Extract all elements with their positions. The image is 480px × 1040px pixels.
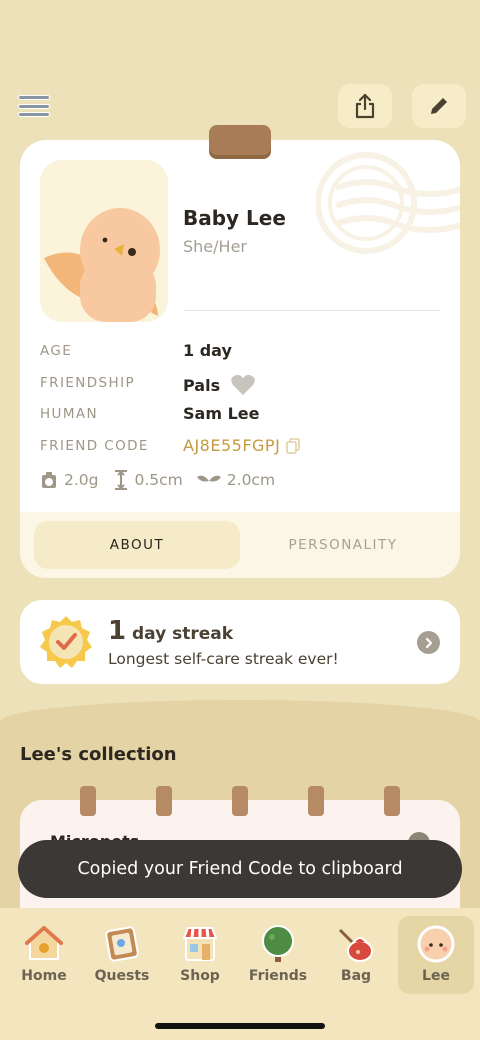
nav-friends-label: Friends xyxy=(248,968,308,984)
tab-about[interactable]: ABOUT xyxy=(34,521,240,569)
binder-ring xyxy=(232,786,248,816)
card-clip xyxy=(209,125,271,159)
scale-icon xyxy=(42,472,56,488)
nav-friends[interactable]: Friends xyxy=(240,916,316,994)
pet-face-icon xyxy=(417,925,455,963)
toast-message: Copied your Friend Code to clipboard xyxy=(18,840,462,898)
streak-subtitle: Longest self-care streak ever! xyxy=(108,650,339,668)
nav-shop[interactable]: Shop xyxy=(162,916,238,994)
nav-bag-label: Bag xyxy=(340,968,372,984)
nav-shop-label: Shop xyxy=(180,968,220,984)
storefront-icon xyxy=(182,927,218,961)
streak-count: 1 xyxy=(108,616,127,646)
edit-button[interactable] xyxy=(412,84,466,128)
binder-ring xyxy=(308,786,324,816)
copy-icon[interactable] xyxy=(286,437,301,454)
pencil-icon xyxy=(431,98,447,114)
nav-lee-label: Lee xyxy=(422,968,450,984)
height-stat: 0.5cm xyxy=(113,470,183,490)
share-button[interactable] xyxy=(338,84,392,128)
friendship-level: Pals xyxy=(183,375,221,395)
quest-board-icon xyxy=(105,926,139,962)
bindle-bag-icon xyxy=(338,928,373,962)
human-value: Sam Lee xyxy=(183,404,260,423)
home-indicator[interactable] xyxy=(155,1023,325,1029)
nav-quests-label: Quests xyxy=(94,968,150,984)
binder-ring xyxy=(80,786,96,816)
tab-personality[interactable]: PERSONALITY xyxy=(240,521,446,569)
nav-quests[interactable]: Quests xyxy=(84,916,160,994)
nav-home-label: Home xyxy=(21,968,67,984)
pet-avatar xyxy=(40,160,168,322)
house-icon xyxy=(25,926,63,960)
wings-icon xyxy=(196,475,221,482)
bird-icon xyxy=(44,208,160,322)
pet-stats: 2.0g 0.5cm 2.0cm xyxy=(40,470,275,490)
weight-value: 2.0g xyxy=(64,471,99,489)
streak-label: day streak xyxy=(132,624,234,644)
profile-card: Baby Lee She/Her AGE 1 day FRIENDSHIP Pa… xyxy=(20,140,460,578)
nav-bag[interactable]: Bag xyxy=(318,916,394,994)
height-icon xyxy=(114,470,127,490)
streak-title: 1 day streak xyxy=(108,616,233,646)
age-label: AGE xyxy=(40,343,73,359)
wingspan-value: 2.0cm xyxy=(226,471,276,489)
postmark-stamp xyxy=(316,152,460,254)
heart-icon xyxy=(231,374,255,395)
binder-ring xyxy=(156,786,172,816)
pet-pronouns: She/Her xyxy=(183,237,247,256)
tree-icon xyxy=(262,925,294,962)
human-label: HUMAN xyxy=(40,406,99,422)
friendship-label: FRIENDSHIP xyxy=(40,375,135,391)
nav-home[interactable]: Home xyxy=(6,916,82,994)
friend-code-text[interactable]: AJ8E55FGPJ xyxy=(183,436,280,455)
friendship-value: Pals xyxy=(183,373,256,397)
profile-tabs: ABOUT PERSONALITY xyxy=(20,512,460,578)
bottom-nav: Home Quests Shop Friends Bag Lee xyxy=(0,908,480,1040)
height-value: 0.5cm xyxy=(134,471,183,489)
friend-code-value[interactable]: AJ8E55FGPJ xyxy=(183,436,301,455)
nav-lee[interactable]: Lee xyxy=(398,916,474,994)
hamburger-icon[interactable] xyxy=(16,92,52,120)
friend-code-label: FRIEND CODE xyxy=(40,438,149,454)
weight-stat: 2.0g xyxy=(40,470,99,490)
check-badge-icon xyxy=(40,616,92,668)
pet-name: Baby Lee xyxy=(183,206,286,230)
share-icon xyxy=(355,93,375,119)
binder-ring xyxy=(384,786,400,816)
wingspan-stat: 2.0cm xyxy=(196,470,276,490)
streak-card[interactable]: 1 day streak Longest self-care streak ev… xyxy=(20,600,460,684)
age-value: 1 day xyxy=(183,341,232,360)
divider xyxy=(183,310,440,311)
collection-title: Lee's collection xyxy=(20,744,177,765)
chevron-right-icon[interactable] xyxy=(417,631,440,654)
